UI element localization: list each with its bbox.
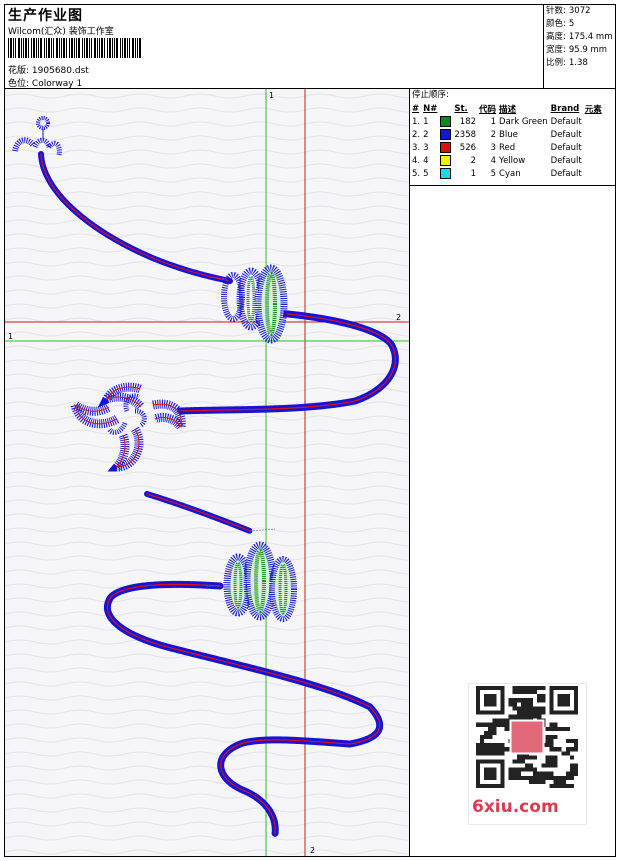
barcode <box>8 38 141 58</box>
col-brand: Brand <box>550 103 580 114</box>
table-row: 2. 2 2358 2 Blue Default <box>412 128 605 141</box>
row-swatch <box>440 128 454 141</box>
table-row: 1. 1 182 1 Dark Green Default <box>412 115 605 128</box>
row-number: 3. <box>412 142 421 153</box>
design-info: 针数: 3072 颜色: 5 高度: 175.4 mm 宽度: 95.9 mm 比例: 1… <box>543 5 615 88</box>
row-needle: 4 <box>423 155 429 166</box>
row-needle: 3 <box>423 142 429 153</box>
page-title: 生产作业图 <box>8 8 83 24</box>
row-code: 1 <box>490 116 497 127</box>
design-canvas: 1 2 2 1 <box>5 89 409 856</box>
guide-v1-label: 1 <box>269 91 274 100</box>
row-needle: 2 <box>423 129 429 140</box>
row-number: 1. <box>412 116 421 127</box>
row-description: Cyan <box>499 168 521 179</box>
row-brand: Default <box>550 116 582 127</box>
row-stitches: 2358 <box>454 129 477 140</box>
stitch-count: 针数: 3072 <box>546 6 591 16</box>
row-swatch <box>440 154 454 167</box>
stop-sequence-table: # N# St. 代码 描述 Brand 元素 1. 1 182 1 Dark Gree… <box>412 102 605 180</box>
guide-v2-label: 2 <box>310 846 315 855</box>
row-number: 5. <box>412 168 421 179</box>
color-swatch <box>440 142 452 153</box>
col-element: 元素 <box>584 104 602 115</box>
row-description: Red <box>499 142 516 153</box>
color-swatch <box>440 116 452 127</box>
row-description: Dark Green <box>499 116 548 127</box>
color-swatch <box>440 155 452 166</box>
row-number: 2. <box>412 129 421 140</box>
col-stitches: St. <box>454 103 468 114</box>
row-stitches: 2 <box>470 155 477 166</box>
design-file-value: 1905680.dst <box>31 66 89 76</box>
col-number: # <box>412 103 420 114</box>
production-sheet: 生产作业图 Wilcom(汇众) 装饰工作室 花版: 1905680.dst 色… <box>4 4 616 857</box>
design-height: 高度: 175.4 mm <box>546 32 613 42</box>
design-file: 花版: 1905680.dst <box>8 63 89 76</box>
header: 生产作业图 Wilcom(汇众) 装饰工作室 花版: 1905680.dst 色… <box>5 5 543 89</box>
guide-h1-label: 1 <box>8 332 13 341</box>
embroidery-preview: 1 2 2 1 <box>5 89 409 856</box>
row-brand: Default <box>550 142 582 153</box>
row-code: 5 <box>490 168 497 179</box>
row-swatch <box>440 167 454 180</box>
table-row: 4. 4 2 4 Yellow Default <box>412 154 605 167</box>
row-element <box>585 115 605 128</box>
row-stitches: 182 <box>459 116 477 127</box>
design-scale: 比例: 1.38 <box>546 58 588 68</box>
row-code: 4 <box>490 155 497 166</box>
qr-code <box>476 686 578 788</box>
row-brand: Default <box>550 129 582 140</box>
row-element <box>585 128 605 141</box>
color-swatch <box>440 129 452 140</box>
col-description: 描述 <box>499 104 517 115</box>
studio-name: Wilcom(汇众) 装饰工作室 <box>8 27 114 37</box>
row-number: 4. <box>412 155 421 166</box>
design-file-label: 花版: <box>8 66 30 76</box>
row-needle: 1 <box>423 116 429 127</box>
guide-h2-label: 2 <box>396 313 401 322</box>
color-count: 颜色: 5 <box>546 19 575 29</box>
row-code: 3 <box>490 142 497 153</box>
color-swatch <box>440 168 452 179</box>
table-row: 5. 5 1 5 Cyan Default <box>412 167 605 180</box>
row-element <box>585 167 605 180</box>
row-swatch <box>440 141 454 154</box>
row-brand: Default <box>550 168 582 179</box>
row-stitches: 526 <box>459 142 477 153</box>
table-header: # N# St. 代码 描述 Brand 元素 <box>412 102 605 115</box>
row-brand: Default <box>550 155 582 166</box>
row-element <box>585 154 605 167</box>
col-color <box>440 102 454 115</box>
stop-sequence-panel: 停止顺序: # N# St. 代码 描述 Brand 元素 1. 1 182 1 Dar… <box>409 89 615 856</box>
design-width: 宽度: 95.9 mm <box>546 45 608 55</box>
table-row: 3. 3 526 3 Red Default <box>412 141 605 154</box>
legend-divider <box>410 185 615 186</box>
watermark-text: 6xiu.com <box>472 797 559 817</box>
col-needle: N# <box>423 103 438 114</box>
row-stitches: 1 <box>470 168 477 179</box>
row-description: Blue <box>499 129 518 140</box>
row-description: Yellow <box>499 155 526 166</box>
row-code: 2 <box>490 129 497 140</box>
row-element <box>585 141 605 154</box>
row-swatch <box>440 115 454 128</box>
stop-sequence-title: 停止顺序: <box>412 90 449 100</box>
col-code: 代码 <box>479 104 497 115</box>
row-needle: 5 <box>423 168 429 179</box>
